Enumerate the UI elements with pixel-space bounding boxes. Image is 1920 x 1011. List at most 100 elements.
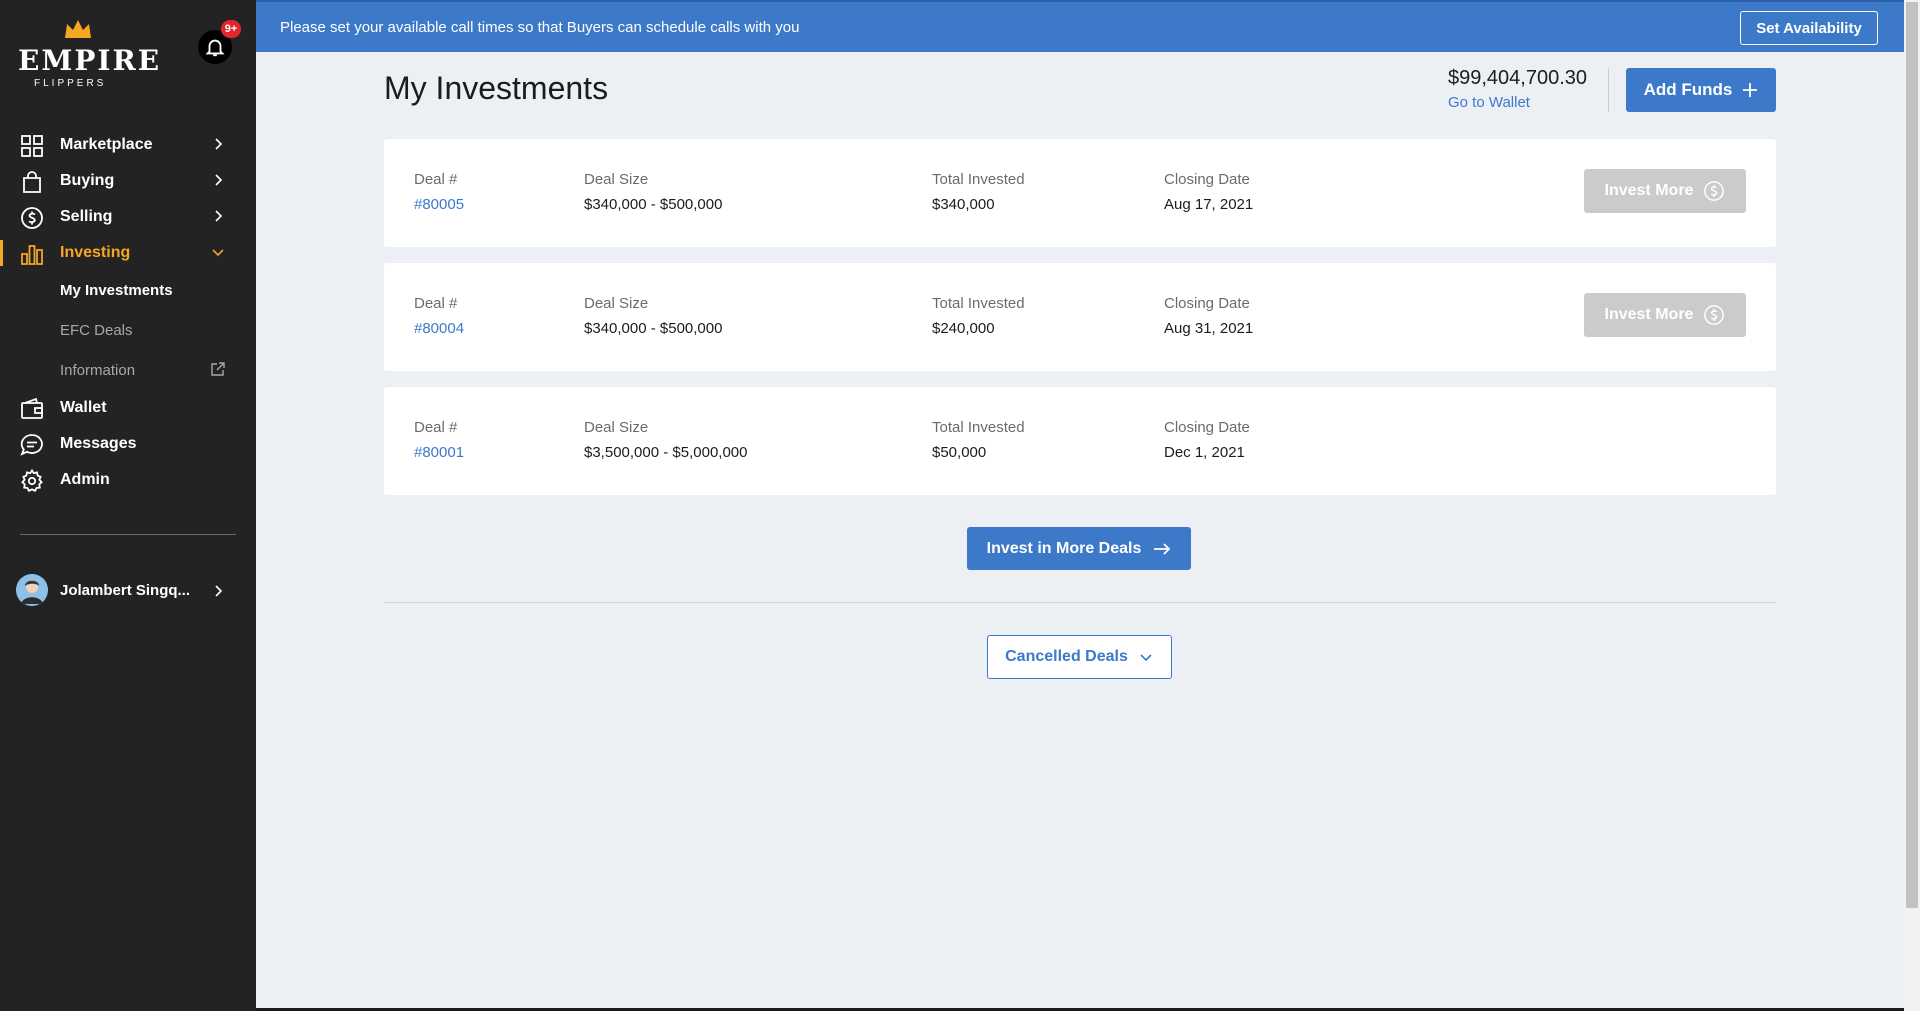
total-invested-header: Total Invested bbox=[932, 295, 1025, 312]
sidebar-item-label: Messages bbox=[60, 435, 137, 452]
shopping-bag-icon bbox=[23, 171, 41, 193]
section-divider bbox=[384, 602, 1776, 603]
closing-date-value: Aug 17, 2021 bbox=[1164, 196, 1254, 213]
deal-number-col: Deal # #80005 bbox=[414, 171, 464, 213]
main-content: Please set your available call times so … bbox=[256, 0, 1904, 1011]
wallet-icon bbox=[21, 397, 43, 419]
deal-size-header: Deal Size bbox=[584, 419, 649, 436]
closing-date-header: Closing Date bbox=[1164, 295, 1250, 312]
bell-icon bbox=[205, 39, 225, 57]
deal-number-col: Deal # #80001 bbox=[414, 419, 464, 461]
deal-card: Deal # #80005 Deal Size $340,000 - $500,… bbox=[384, 139, 1776, 247]
deal-number-link[interactable]: #80004 bbox=[414, 320, 464, 337]
chevron-right-icon bbox=[215, 210, 223, 222]
deal-size-col: Deal Size $340,000 - $500,000 bbox=[584, 295, 722, 337]
cancelled-deals-label: Cancelled Deals bbox=[1005, 648, 1128, 665]
sidebar-item-admin[interactable]: Admin bbox=[0, 463, 256, 497]
external-link-icon bbox=[211, 362, 225, 376]
invest-more-label: Invest More bbox=[1604, 182, 1694, 199]
deal-card: Deal # #80004 Deal Size $340,000 - $500,… bbox=[384, 263, 1776, 371]
deal-number-col: Deal # #80004 bbox=[414, 295, 464, 337]
total-invested-header: Total Invested bbox=[932, 171, 1025, 188]
sidebar-item-label: Admin bbox=[60, 471, 110, 488]
sidebar: EMPIRE FLIPPERS 9+ Marketplace Buying Se… bbox=[0, 0, 256, 1011]
add-funds-label: Add Funds bbox=[1643, 80, 1733, 99]
empire-flippers-logo[interactable]: EMPIRE FLIPPERS bbox=[18, 18, 159, 89]
availability-banner: Please set your available call times so … bbox=[256, 0, 1904, 52]
chevron-right-icon bbox=[215, 138, 223, 150]
page-title: My Investments bbox=[384, 70, 609, 106]
deal-number-header: Deal # bbox=[414, 171, 458, 188]
deal-size-header: Deal Size bbox=[584, 295, 649, 312]
sidebar-divider bbox=[20, 534, 236, 535]
sidebar-item-investing[interactable]: Investing bbox=[0, 236, 256, 270]
sidebar-subitem-my-investments[interactable]: My Investments bbox=[60, 282, 173, 299]
logo-word: EMPIRE bbox=[18, 44, 162, 77]
deal-size-col: Deal Size $3,500,000 - $5,000,000 bbox=[584, 419, 747, 461]
sidebar-item-messages[interactable]: Messages bbox=[0, 427, 256, 461]
closing-date-col: Closing Date Dec 1, 2021 bbox=[1164, 419, 1250, 461]
total-invested-value: $50,000 bbox=[932, 444, 987, 461]
sidebar-item-label: Selling bbox=[60, 208, 113, 225]
deal-size-col: Deal Size $340,000 - $500,000 bbox=[584, 171, 722, 213]
deal-number-link[interactable]: #80005 bbox=[414, 196, 464, 213]
deal-number-header: Deal # bbox=[414, 295, 458, 312]
closing-date-value: Dec 1, 2021 bbox=[1164, 444, 1245, 461]
grid-icon bbox=[21, 135, 43, 157]
chevron-right-icon bbox=[215, 174, 223, 186]
deal-size-value: $340,000 - $500,000 bbox=[584, 196, 723, 213]
bar-chart-icon bbox=[21, 245, 43, 265]
total-invested-col: Total Invested $50,000 bbox=[932, 419, 1025, 461]
sidebar-item-wallet[interactable]: Wallet bbox=[0, 391, 256, 425]
invest-in-more-deals-label: Invest in More Deals bbox=[986, 539, 1142, 557]
gear-icon bbox=[21, 469, 43, 492]
chevron-down-icon bbox=[1140, 654, 1152, 662]
total-invested-col: Total Invested $240,000 bbox=[932, 295, 1025, 337]
sidebar-item-selling[interactable]: Selling bbox=[0, 200, 256, 234]
closing-date-col: Closing Date Aug 17, 2021 bbox=[1164, 171, 1253, 213]
sidebar-item-label: Wallet bbox=[60, 399, 107, 416]
add-funds-button[interactable]: Add Funds bbox=[1626, 68, 1776, 112]
invest-more-button[interactable]: Invest More bbox=[1584, 169, 1746, 213]
invest-in-more-deals-button[interactable]: Invest in More Deals bbox=[967, 527, 1191, 570]
chevron-down-icon bbox=[212, 249, 224, 257]
sidebar-item-buying[interactable]: Buying bbox=[0, 164, 256, 198]
header-divider bbox=[1608, 68, 1609, 112]
dollar-circle-icon bbox=[1704, 181, 1725, 201]
crown-icon bbox=[65, 20, 91, 38]
total-invested-value: $340,000 bbox=[932, 196, 995, 213]
invest-more-button[interactable]: Invest More bbox=[1584, 293, 1746, 337]
sidebar-item-marketplace[interactable]: Marketplace bbox=[0, 128, 256, 162]
deal-card: Deal # #80001 Deal Size $3,500,000 - $5,… bbox=[384, 387, 1776, 495]
total-invested-col: Total Invested $340,000 bbox=[932, 171, 1025, 213]
deal-size-header: Deal Size bbox=[584, 171, 649, 188]
chevron-right-icon bbox=[215, 585, 223, 597]
set-availability-button[interactable]: Set Availability bbox=[1740, 11, 1878, 45]
user-name: Jolambert Singq... bbox=[60, 582, 191, 599]
chat-bubble-icon bbox=[20, 434, 43, 456]
deal-number-header: Deal # bbox=[414, 419, 458, 436]
deal-size-value: $340,000 - $500,000 bbox=[584, 320, 723, 337]
avatar bbox=[16, 574, 48, 606]
sidebar-item-label: Buying bbox=[60, 172, 115, 189]
sidebar-item-label: Marketplace bbox=[60, 136, 153, 153]
cancelled-deals-dropdown[interactable]: Cancelled Deals bbox=[987, 635, 1172, 679]
plus-icon bbox=[1743, 83, 1758, 97]
banner-message: Please set your available call times so … bbox=[280, 19, 800, 36]
closing-date-header: Closing Date bbox=[1164, 419, 1250, 436]
sidebar-subitem-information[interactable]: Information bbox=[60, 362, 135, 379]
sidebar-item-label: Investing bbox=[60, 244, 131, 261]
scrollbar-thumb[interactable] bbox=[1906, 2, 1918, 908]
deal-number-link[interactable]: #80001 bbox=[414, 444, 464, 461]
user-profile-menu[interactable]: Jolambert Singq... bbox=[16, 574, 256, 608]
closing-date-header: Closing Date bbox=[1164, 171, 1250, 188]
go-to-wallet-link[interactable]: Go to Wallet bbox=[1448, 94, 1530, 111]
wallet-balance: $99,404,700.30 bbox=[1448, 67, 1588, 89]
arrow-right-icon bbox=[1154, 542, 1171, 555]
logo-sub: FLIPPERS bbox=[34, 78, 107, 89]
closing-date-col: Closing Date Aug 31, 2021 bbox=[1164, 295, 1253, 337]
closing-date-value: Aug 31, 2021 bbox=[1164, 320, 1254, 337]
dollar-circle-icon bbox=[1704, 305, 1725, 325]
sidebar-subitem-efc-deals[interactable]: EFC Deals bbox=[60, 322, 133, 339]
notification-badge: 9+ bbox=[221, 20, 241, 38]
